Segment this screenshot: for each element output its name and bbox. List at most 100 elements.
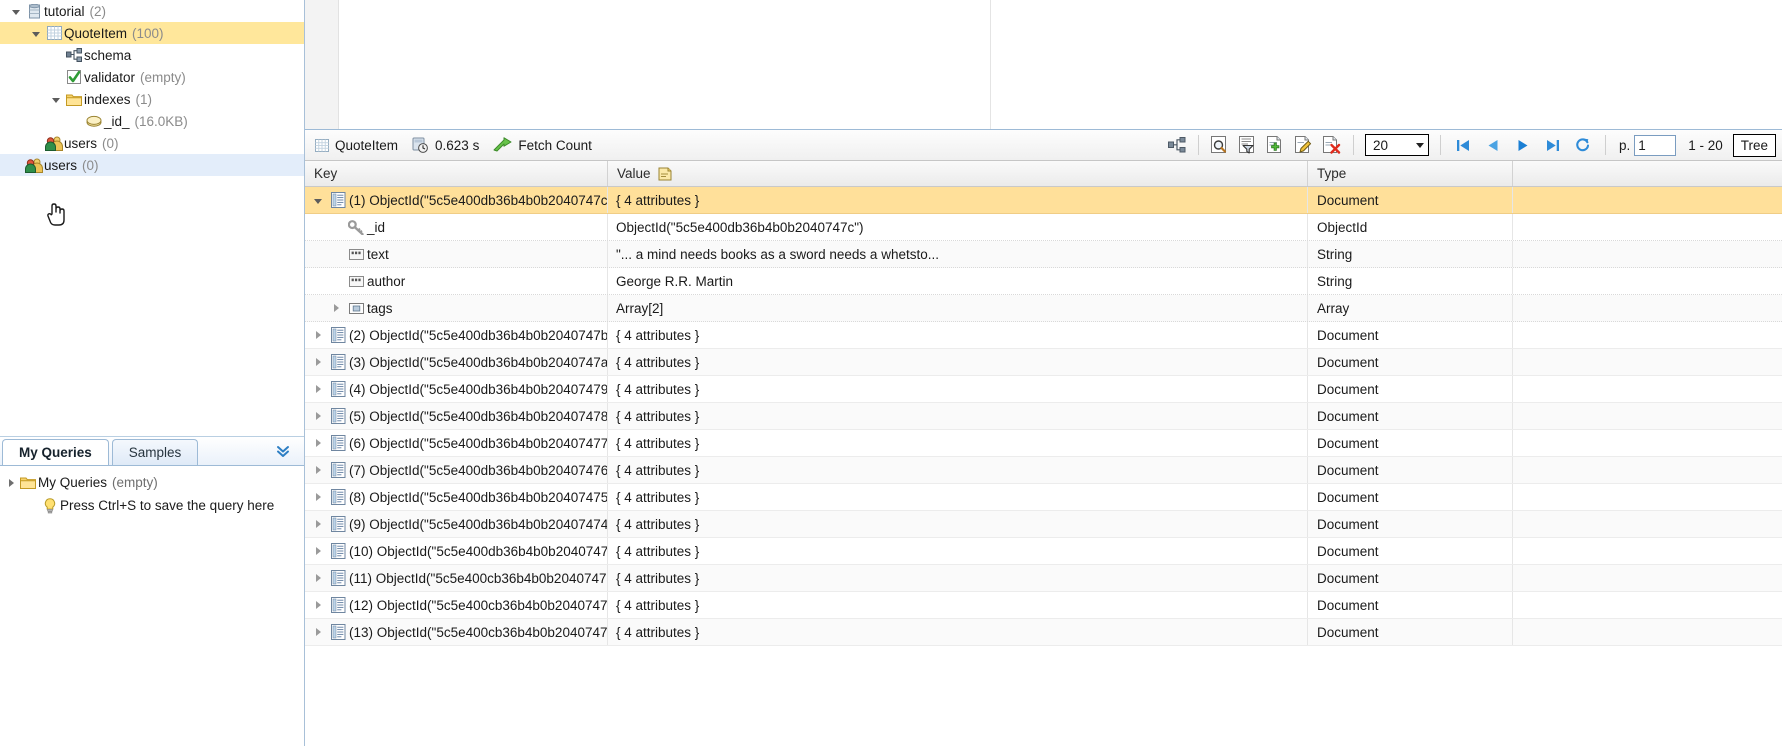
table-row[interactable]: (12) ObjectId("5c5e400cb36b4b0b20407471"… — [305, 592, 1782, 619]
column-header-key[interactable]: Key — [305, 161, 608, 186]
row-expander-6[interactable] — [309, 358, 327, 366]
row-expander-11[interactable] — [309, 493, 327, 501]
delete-document-icon[interactable] — [1319, 133, 1345, 157]
cell-value: { 4 attributes } — [608, 619, 1308, 645]
cell-filler — [1513, 187, 1782, 213]
cell-key: (10) ObjectId("5c5e400db36b4b0b20407473" — [305, 538, 608, 564]
double-chevron-down-icon[interactable] — [274, 442, 292, 460]
column-header-value[interactable]: Value — [608, 161, 1308, 186]
table-row[interactable]: (8) ObjectId("5c5e400db36b4b0b20407475")… — [305, 484, 1782, 511]
last-page-icon[interactable] — [1538, 133, 1568, 157]
cell-filler — [1513, 592, 1782, 618]
table-row[interactable]: _id ObjectId("5c5e400db36b4b0b2040747c") O… — [305, 214, 1782, 241]
tree-expander-0[interactable] — [8, 8, 24, 15]
row-expander-0[interactable] — [309, 197, 327, 204]
row-expander-5[interactable] — [309, 331, 327, 339]
cell-filler — [1513, 457, 1782, 483]
table-row[interactable]: text "... a mind needs books as a sword n… — [305, 241, 1782, 268]
tree-node-users-7[interactable]: users (0) — [0, 154, 304, 176]
table-row[interactable]: (6) ObjectId("5c5e400db36b4b0b20407477")… — [305, 430, 1782, 457]
tree-node-schema-2[interactable]: schema — [0, 44, 304, 66]
first-page-icon[interactable] — [1448, 133, 1478, 157]
editor-text-area[interactable] — [339, 0, 1782, 129]
index-icon — [84, 115, 104, 128]
table-row[interactable]: (10) ObjectId("5c5e400db36b4b0b20407473"… — [305, 538, 1782, 565]
find-icon[interactable] — [1207, 133, 1233, 157]
tree-node-quoteitem-1[interactable]: QuoteItem (100) — [0, 22, 304, 44]
table-row[interactable]: (13) ObjectId("5c5e400cb36b4b0b20407470"… — [305, 619, 1782, 646]
database-tree: tutorial (2) QuoteItem (100) schema validator… — [0, 0, 304, 437]
edit-document-icon[interactable] — [1291, 133, 1317, 157]
row-key-label: (3) ObjectId("5c5e400db36b4b0b2040747a") — [349, 354, 608, 370]
query-list-item-1[interactable]: Press Ctrl+S to save the query here — [0, 494, 304, 517]
tree-node--id--5[interactable]: _id_ (16.0KB) — [0, 110, 304, 132]
page-size-select[interactable]: 20 — [1364, 134, 1429, 156]
row-type-label: Document — [1317, 381, 1379, 397]
document-icon — [327, 516, 349, 532]
row-type-label: Document — [1317, 354, 1379, 370]
tree-node-count: (100) — [132, 25, 164, 41]
table-row[interactable]: tags Array[2] Array — [305, 295, 1782, 322]
tab-my-queries[interactable]: My Queries — [2, 439, 109, 465]
page-number-input[interactable] — [1634, 134, 1677, 156]
row-expander-10[interactable] — [309, 466, 327, 474]
filter-icon[interactable] — [1235, 133, 1261, 157]
row-value-label: { 4 attributes } — [616, 597, 700, 613]
cell-type: String — [1308, 241, 1513, 267]
cell-value: { 4 attributes } — [608, 349, 1308, 375]
table-row[interactable]: (11) ObjectId("5c5e400cb36b4b0b20407472"… — [305, 565, 1782, 592]
column-header-filler — [1513, 161, 1782, 186]
tree-expander-4[interactable] — [48, 96, 64, 103]
table-row[interactable]: (1) ObjectId("5c5e400db36b4b0b2040747c")… — [305, 187, 1782, 214]
table-row[interactable]: (9) ObjectId("5c5e400db36b4b0b20407474")… — [305, 511, 1782, 538]
tree-node-users-6[interactable]: users (0) — [0, 132, 304, 154]
add-document-icon[interactable] — [1263, 133, 1289, 157]
tab-samples[interactable]: Samples — [111, 439, 199, 465]
table-row[interactable]: (3) ObjectId("5c5e400db36b4b0b2040747a")… — [305, 349, 1782, 376]
row-expander-7[interactable] — [309, 385, 327, 393]
previous-page-icon[interactable] — [1478, 133, 1508, 157]
row-expander-12[interactable] — [309, 520, 327, 528]
refresh-icon[interactable] — [1568, 133, 1598, 157]
column-header-type[interactable]: Type — [1308, 161, 1513, 186]
tree-node-tutorial-0[interactable]: tutorial (2) — [0, 0, 304, 22]
cell-filler — [1513, 430, 1782, 456]
row-expander-15[interactable] — [309, 601, 327, 609]
row-expander-13[interactable] — [309, 547, 327, 555]
document-icon — [330, 435, 345, 451]
tree-expander-1[interactable] — [28, 30, 44, 37]
query-list-item-0[interactable]: My Queries (empty) — [0, 471, 304, 494]
row-expander-16[interactable] — [309, 628, 327, 636]
row-value-label: { 4 attributes } — [616, 192, 700, 208]
folder-icon — [18, 476, 38, 489]
query-tabbar: My Queries Samples — [0, 437, 304, 466]
query-expander-0[interactable] — [4, 478, 18, 487]
cell-key: (9) ObjectId("5c5e400db36b4b0b20407474") — [305, 511, 608, 537]
row-key-label: (13) ObjectId("5c5e400cb36b4b0b20407470" — [349, 624, 608, 640]
fetch-count-button[interactable]: Fetch Count — [493, 137, 592, 153]
graph-view-icon[interactable] — [1164, 133, 1190, 157]
cell-filler — [1513, 484, 1782, 510]
row-expander-14[interactable] — [309, 574, 327, 582]
tree-node-validator-3[interactable]: validator (empty) — [0, 66, 304, 88]
row-expander-8[interactable] — [309, 412, 327, 420]
query-list-item-count: (empty) — [112, 475, 158, 490]
tree-node-indexes-4[interactable]: indexes (1) — [0, 88, 304, 110]
row-expander-9[interactable] — [309, 439, 327, 447]
schema-icon — [66, 48, 82, 62]
tree-node-label: QuoteItem — [64, 25, 128, 41]
table-row[interactable]: (7) ObjectId("5c5e400db36b4b0b20407476")… — [305, 457, 1782, 484]
row-value-label: "... a mind needs books as a sword needs… — [616, 246, 939, 262]
row-expander-4[interactable] — [327, 304, 345, 312]
next-page-icon[interactable] — [1508, 133, 1538, 157]
table-row[interactable]: (4) ObjectId("5c5e400db36b4b0b20407479")… — [305, 376, 1782, 403]
cell-value: { 4 attributes } — [608, 430, 1308, 456]
table-row[interactable]: (5) ObjectId("5c5e400db36b4b0b20407478")… — [305, 403, 1782, 430]
table-row[interactable]: author George R.R. Martin String — [305, 268, 1782, 295]
table-row[interactable]: (2) ObjectId("5c5e400db36b4b0b2040747b")… — [305, 322, 1782, 349]
cell-filler — [1513, 349, 1782, 375]
document-icon — [327, 462, 349, 478]
view-mode-tree-button[interactable]: Tree — [1732, 133, 1776, 157]
column-header-key-label: Key — [314, 166, 338, 181]
query-editor-area[interactable] — [305, 0, 1782, 130]
